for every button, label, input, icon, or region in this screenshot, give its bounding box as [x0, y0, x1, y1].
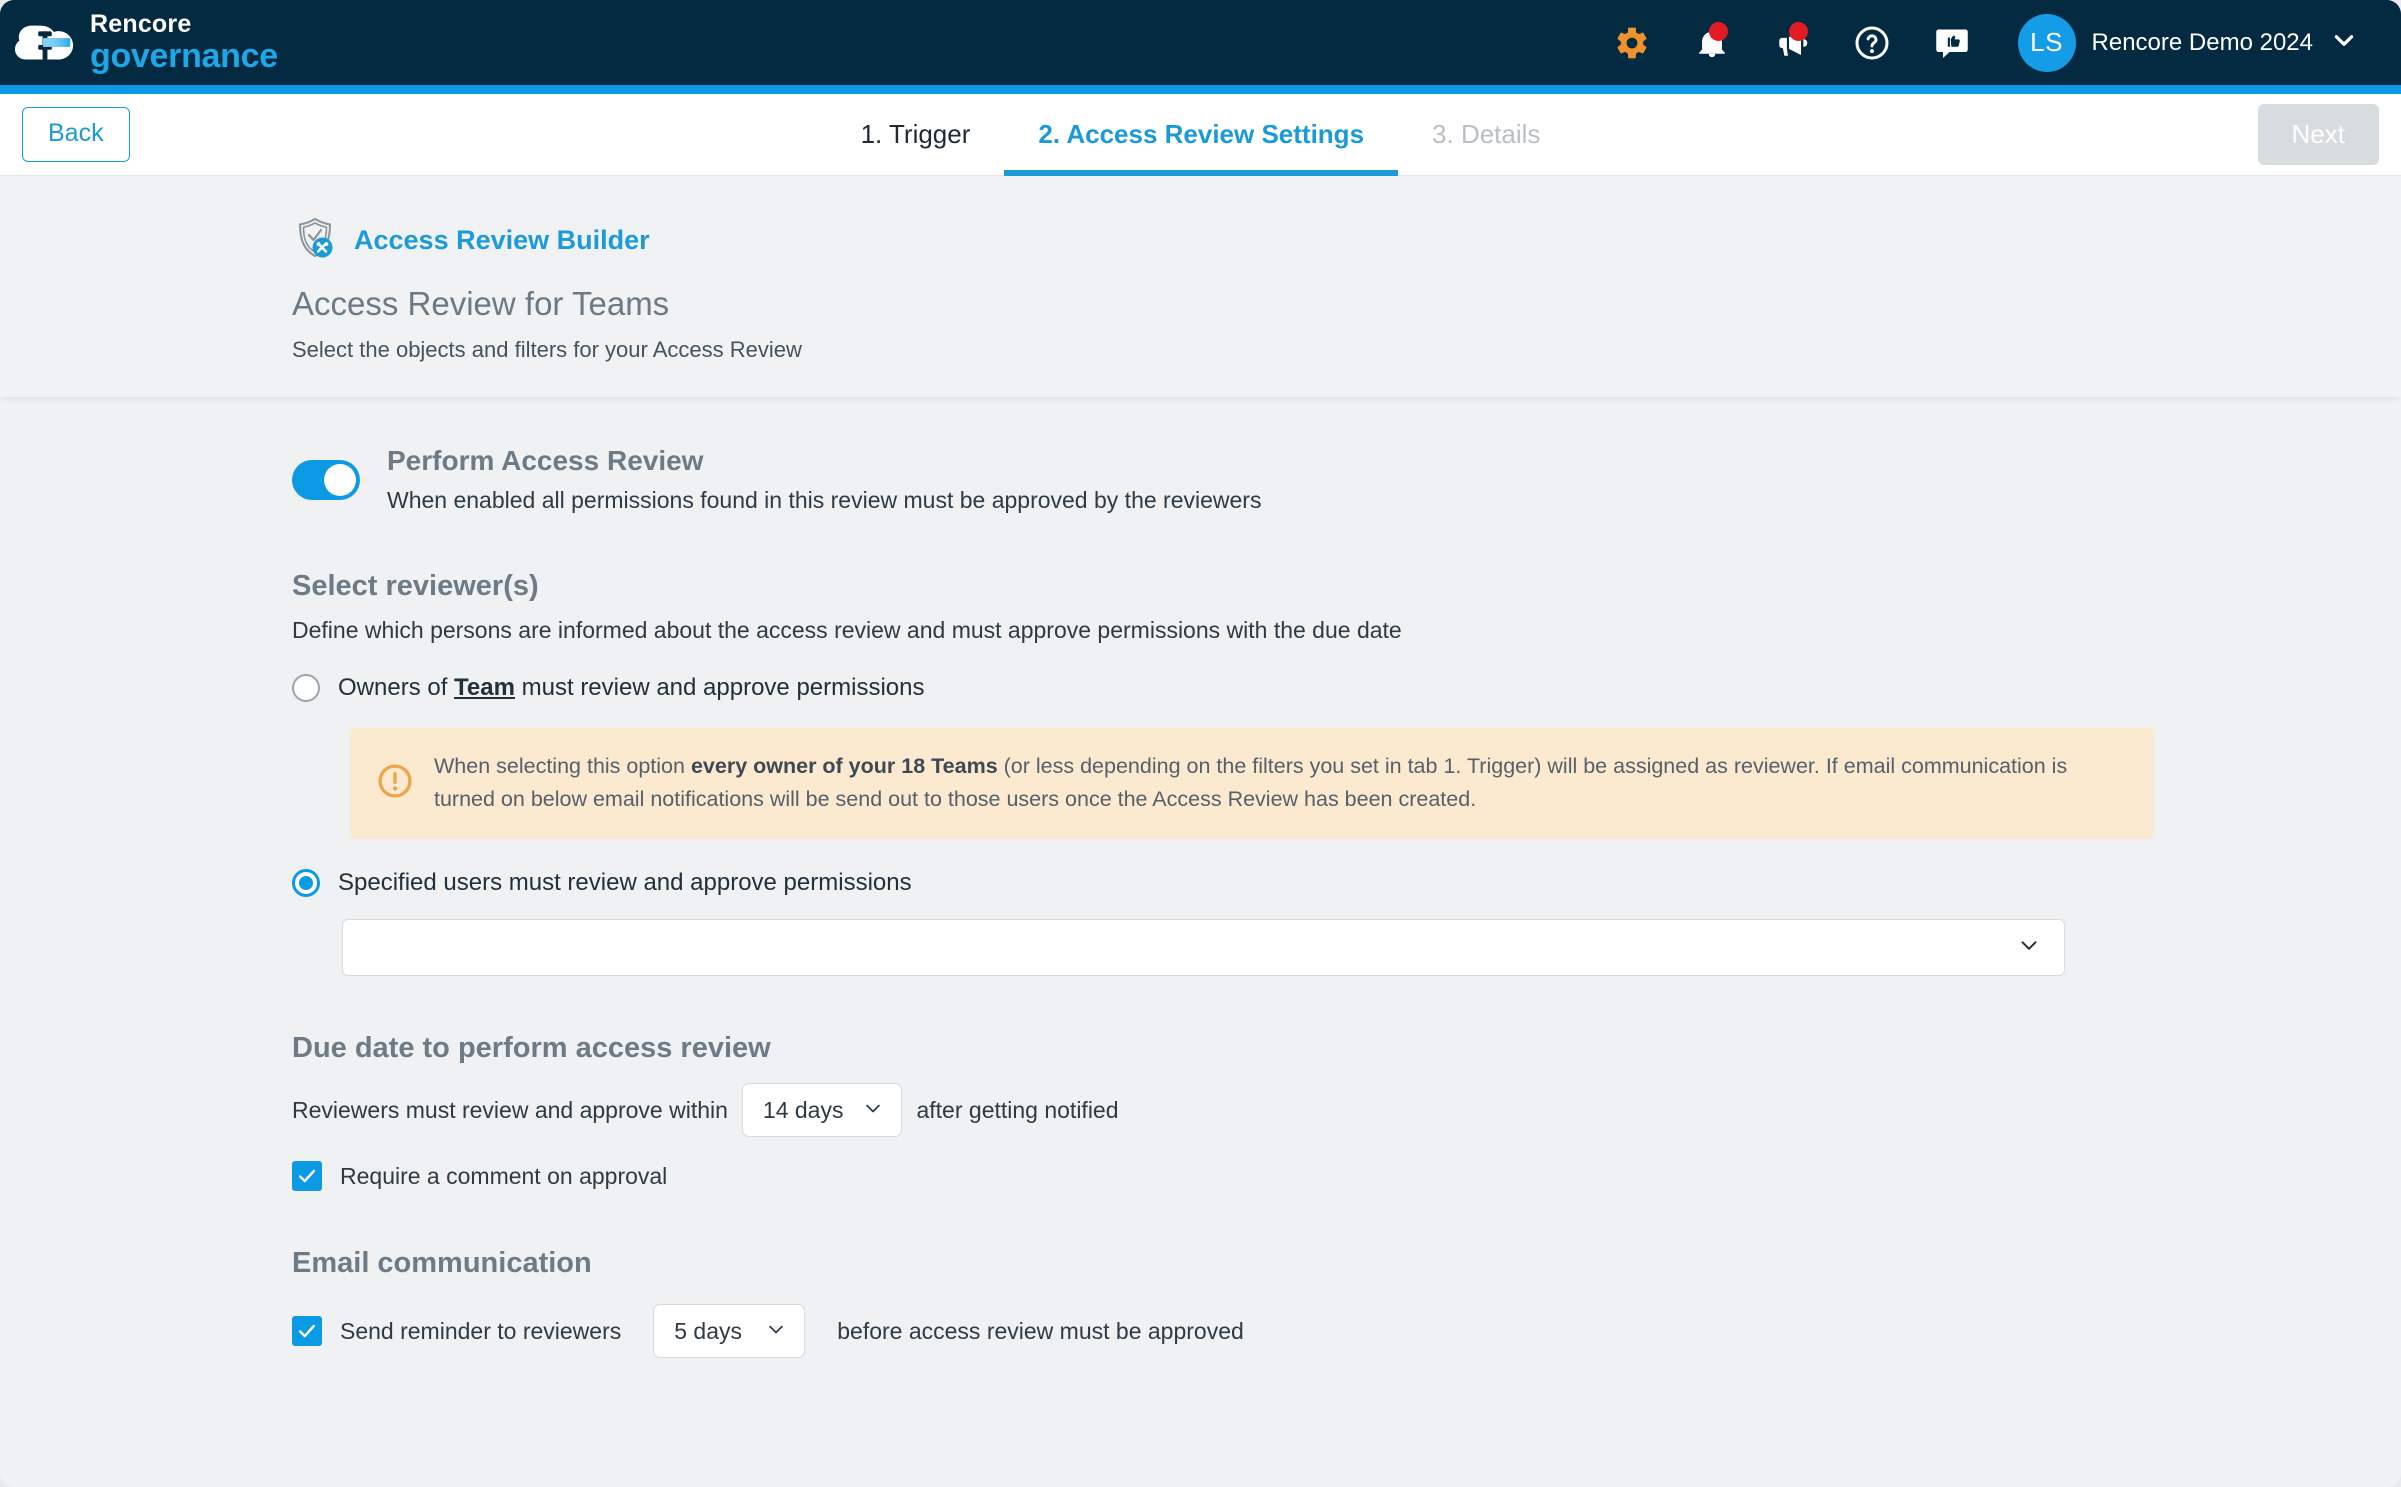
- avatar: LS: [2017, 13, 2076, 72]
- rencore-cloud-logo-icon: [14, 12, 76, 74]
- email-communication-heading: Email communication: [292, 1247, 592, 1280]
- wizard-step-trigger[interactable]: 1. Trigger: [827, 94, 1005, 176]
- reminder-days-select-value: 5 days: [674, 1317, 742, 1344]
- radio-owners-of-team-label: Owners of Team must review and approve p…: [338, 674, 925, 701]
- require-comment-label: Require a comment on approval: [340, 1162, 668, 1189]
- brand-name-line1: Rencore: [90, 10, 192, 38]
- wizard-step-details: 3. Details: [1432, 119, 1541, 149]
- brand-logo[interactable]: Rencore governance: [14, 12, 278, 74]
- due-date-heading: Due date to perform access review: [292, 1032, 771, 1065]
- require-comment-checkbox[interactable]: [292, 1161, 322, 1192]
- toggle-knob: [324, 464, 356, 496]
- main-content: Perform Access Review When enabled all p…: [0, 397, 2401, 1487]
- reminder-days-select[interactable]: 5 days: [653, 1304, 806, 1359]
- tenant-name: Rencore Demo 2024: [2091, 28, 2313, 56]
- chevron-down-icon: [861, 1096, 885, 1125]
- due-date-text-before: Reviewers must review and approve within: [292, 1096, 728, 1123]
- page-title: Access Review for Teams: [292, 285, 670, 322]
- access-review-builder-icon: [292, 214, 340, 267]
- send-reminder-label: Send reminder to reviewers: [340, 1317, 622, 1344]
- require-comment-checkbox-row[interactable]: Require a comment on approval: [292, 1161, 2401, 1192]
- perform-access-review-toggle[interactable]: [292, 460, 360, 500]
- builder-eyebrow: Access Review Builder: [354, 225, 650, 255]
- due-date-select[interactable]: 14 days: [741, 1083, 903, 1138]
- select-reviewers-section: Select reviewer(s) Define which persons …: [292, 570, 2401, 977]
- wizard-steps: 1. Trigger 2. Access Review Settings 3. …: [0, 94, 2401, 176]
- specified-users-select-wrap: [342, 919, 2401, 977]
- gear-icon[interactable]: [1612, 23, 1652, 63]
- select-reviewers-heading: Select reviewer(s): [292, 570, 539, 602]
- radio-specified-users[interactable]: Specified users must review and approve …: [292, 869, 2401, 898]
- radio-owners-of-team-control[interactable]: [292, 674, 320, 702]
- help-icon[interactable]: [1852, 23, 1892, 63]
- next-button[interactable]: Next: [2257, 104, 2379, 165]
- radio-owners-of-team[interactable]: Owners of Team must review and approve p…: [292, 674, 2401, 702]
- feedback-icon[interactable]: [1932, 23, 1972, 63]
- radio-specified-users-control[interactable]: [292, 869, 320, 898]
- bell-badge: [1708, 21, 1728, 41]
- warning-icon: [376, 762, 414, 805]
- wizard-step-bar: Back 1. Trigger 2. Access Review Setting…: [0, 94, 2401, 176]
- megaphone-icon[interactable]: [1772, 21, 1812, 63]
- chevron-down-icon: [764, 1317, 788, 1346]
- topbar-actions: LS Rencore Demo 2024: [1612, 13, 2357, 72]
- due-date-section: Due date to perform access review Review…: [292, 1032, 2401, 1192]
- send-reminder-suffix: before access review must be approved: [837, 1317, 1244, 1344]
- app-window: Rencore governance LS Rencore Demo 2024 …: [0, 0, 2401, 1487]
- specified-users-select[interactable]: [342, 919, 2065, 977]
- bell-icon[interactable]: [1692, 21, 1732, 63]
- perform-access-review-section: Perform Access Review When enabled all p…: [292, 445, 2401, 514]
- due-date-text-after: after getting notified: [916, 1096, 1119, 1123]
- perform-access-review-title: Perform Access Review: [387, 445, 704, 476]
- select-reviewers-description: Define which persons are informed about …: [292, 617, 1402, 643]
- radio-specified-users-label: Specified users must review and approve …: [338, 869, 912, 897]
- user-menu[interactable]: LS Rencore Demo 2024: [2017, 13, 2357, 72]
- chevron-down-icon: [2331, 27, 2357, 58]
- wizard-step-access-review-settings[interactable]: 2. Access Review Settings: [1004, 94, 1398, 176]
- send-reminder-row[interactable]: Send reminder to reviewers 5 days before…: [292, 1304, 2401, 1359]
- owners-info-callout-text: When selecting this option every owner o…: [434, 754, 2068, 811]
- perform-access-review-description: When enabled all permissions found in th…: [387, 487, 1262, 513]
- top-navigation-bar: Rencore governance LS Rencore Demo 2024: [0, 0, 2401, 85]
- due-date-select-value: 14 days: [762, 1096, 844, 1123]
- owners-info-callout: When selecting this option every owner o…: [350, 728, 2154, 840]
- megaphone-badge: [1788, 21, 1808, 41]
- builder-header: Access Review Builder Access Review for …: [0, 176, 2401, 397]
- due-date-row: Reviewers must review and approve within…: [292, 1083, 2401, 1138]
- email-communication-section: Email communication Send reminder to rev…: [292, 1247, 2401, 1359]
- brand-name-line2: governance: [90, 37, 278, 75]
- page-subtitle: Select the objects and filters for your …: [292, 337, 802, 362]
- chevron-down-icon: [2016, 932, 2042, 963]
- send-reminder-checkbox[interactable]: [292, 1316, 322, 1347]
